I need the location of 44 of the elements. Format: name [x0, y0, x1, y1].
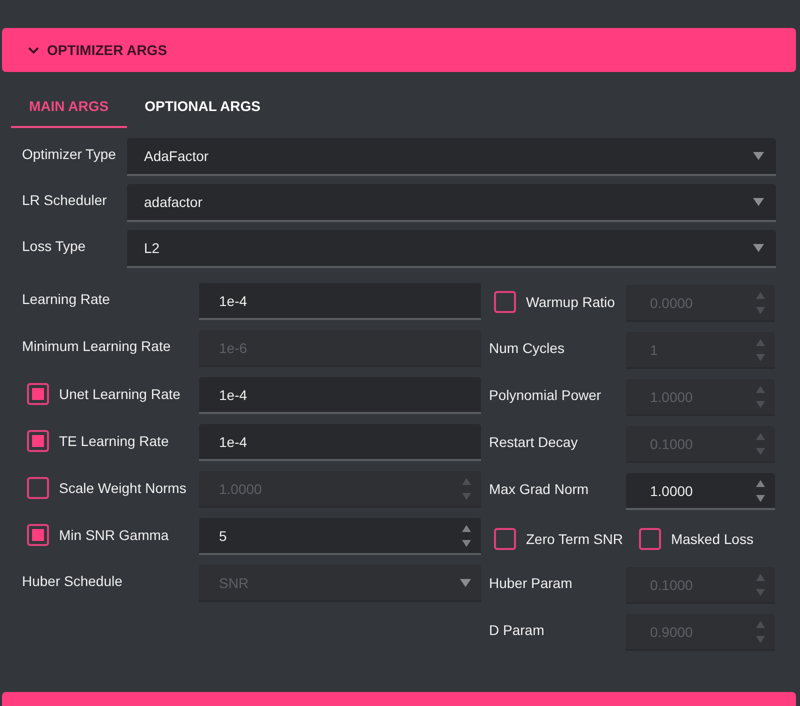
- number-field[interactable]: 1.0000: [626, 473, 775, 510]
- chevron-icon: [28, 46, 39, 54]
- dropdown[interactable]: L2: [127, 230, 776, 268]
- input-field[interactable]: 1e-4: [199, 283, 481, 320]
- caret-icon: [753, 244, 764, 252]
- checkbox-label: Masked Loss: [670, 531, 754, 547]
- field-label: LR Scheduler: [22, 191, 108, 208]
- tab[interactable]: MAIN ARGS: [11, 86, 127, 128]
- field-label: Max Grad Norm: [489, 481, 589, 497]
- dropdown[interactable]: adafactor: [127, 184, 776, 222]
- field-label: Learning Rate: [22, 291, 110, 307]
- field-label: Huber Param: [489, 575, 572, 591]
- checkbox[interactable]: [27, 383, 49, 405]
- caret-icon: [753, 152, 764, 160]
- checkbox[interactable]: [27, 430, 49, 452]
- tab[interactable]: OPTIONAL ARGS: [126, 86, 278, 128]
- field-label: TE Learning Rate: [59, 433, 169, 449]
- caret-icon: [460, 578, 471, 586]
- checkbox-label: Zero Term SNR: [526, 531, 623, 547]
- checkbox[interactable]: [27, 524, 49, 546]
- increment-icon[interactable]: [462, 524, 471, 532]
- field-label: Polynomial Power: [489, 387, 602, 403]
- field-label: Minimum Learning Rate: [22, 338, 171, 354]
- checkbox[interactable]: [494, 528, 516, 550]
- field-label: Huber Schedule: [22, 573, 122, 589]
- decrement-icon[interactable]: [462, 540, 471, 546]
- field-label: Restart Decay: [489, 434, 578, 450]
- field-label: Loss Type: [22, 237, 87, 254]
- field-label: D Param: [489, 622, 544, 638]
- field-label: Scale Weight Norms: [59, 480, 186, 496]
- checkbox[interactable]: [638, 528, 661, 550]
- input-field[interactable]: 1e-4: [199, 424, 481, 461]
- section-header[interactable]: OPTIMIZER ARGS: [2, 28, 796, 72]
- field-label: Num Cycles: [489, 340, 564, 356]
- field-label: Unet Learning Rate: [59, 386, 180, 402]
- input-field[interactable]: 1e-4: [199, 377, 481, 414]
- increment-icon[interactable]: [756, 480, 765, 486]
- number-field[interactable]: 5: [199, 518, 481, 555]
- field-label: Optimizer Type: [22, 145, 117, 162]
- field-label: Min SNR Gamma: [59, 527, 169, 543]
- decrement-icon[interactable]: [756, 494, 765, 502]
- field-label: Warmup Ratio: [526, 294, 615, 310]
- caret-icon: [753, 198, 764, 206]
- dropdown[interactable]: AdaFactor: [127, 138, 776, 176]
